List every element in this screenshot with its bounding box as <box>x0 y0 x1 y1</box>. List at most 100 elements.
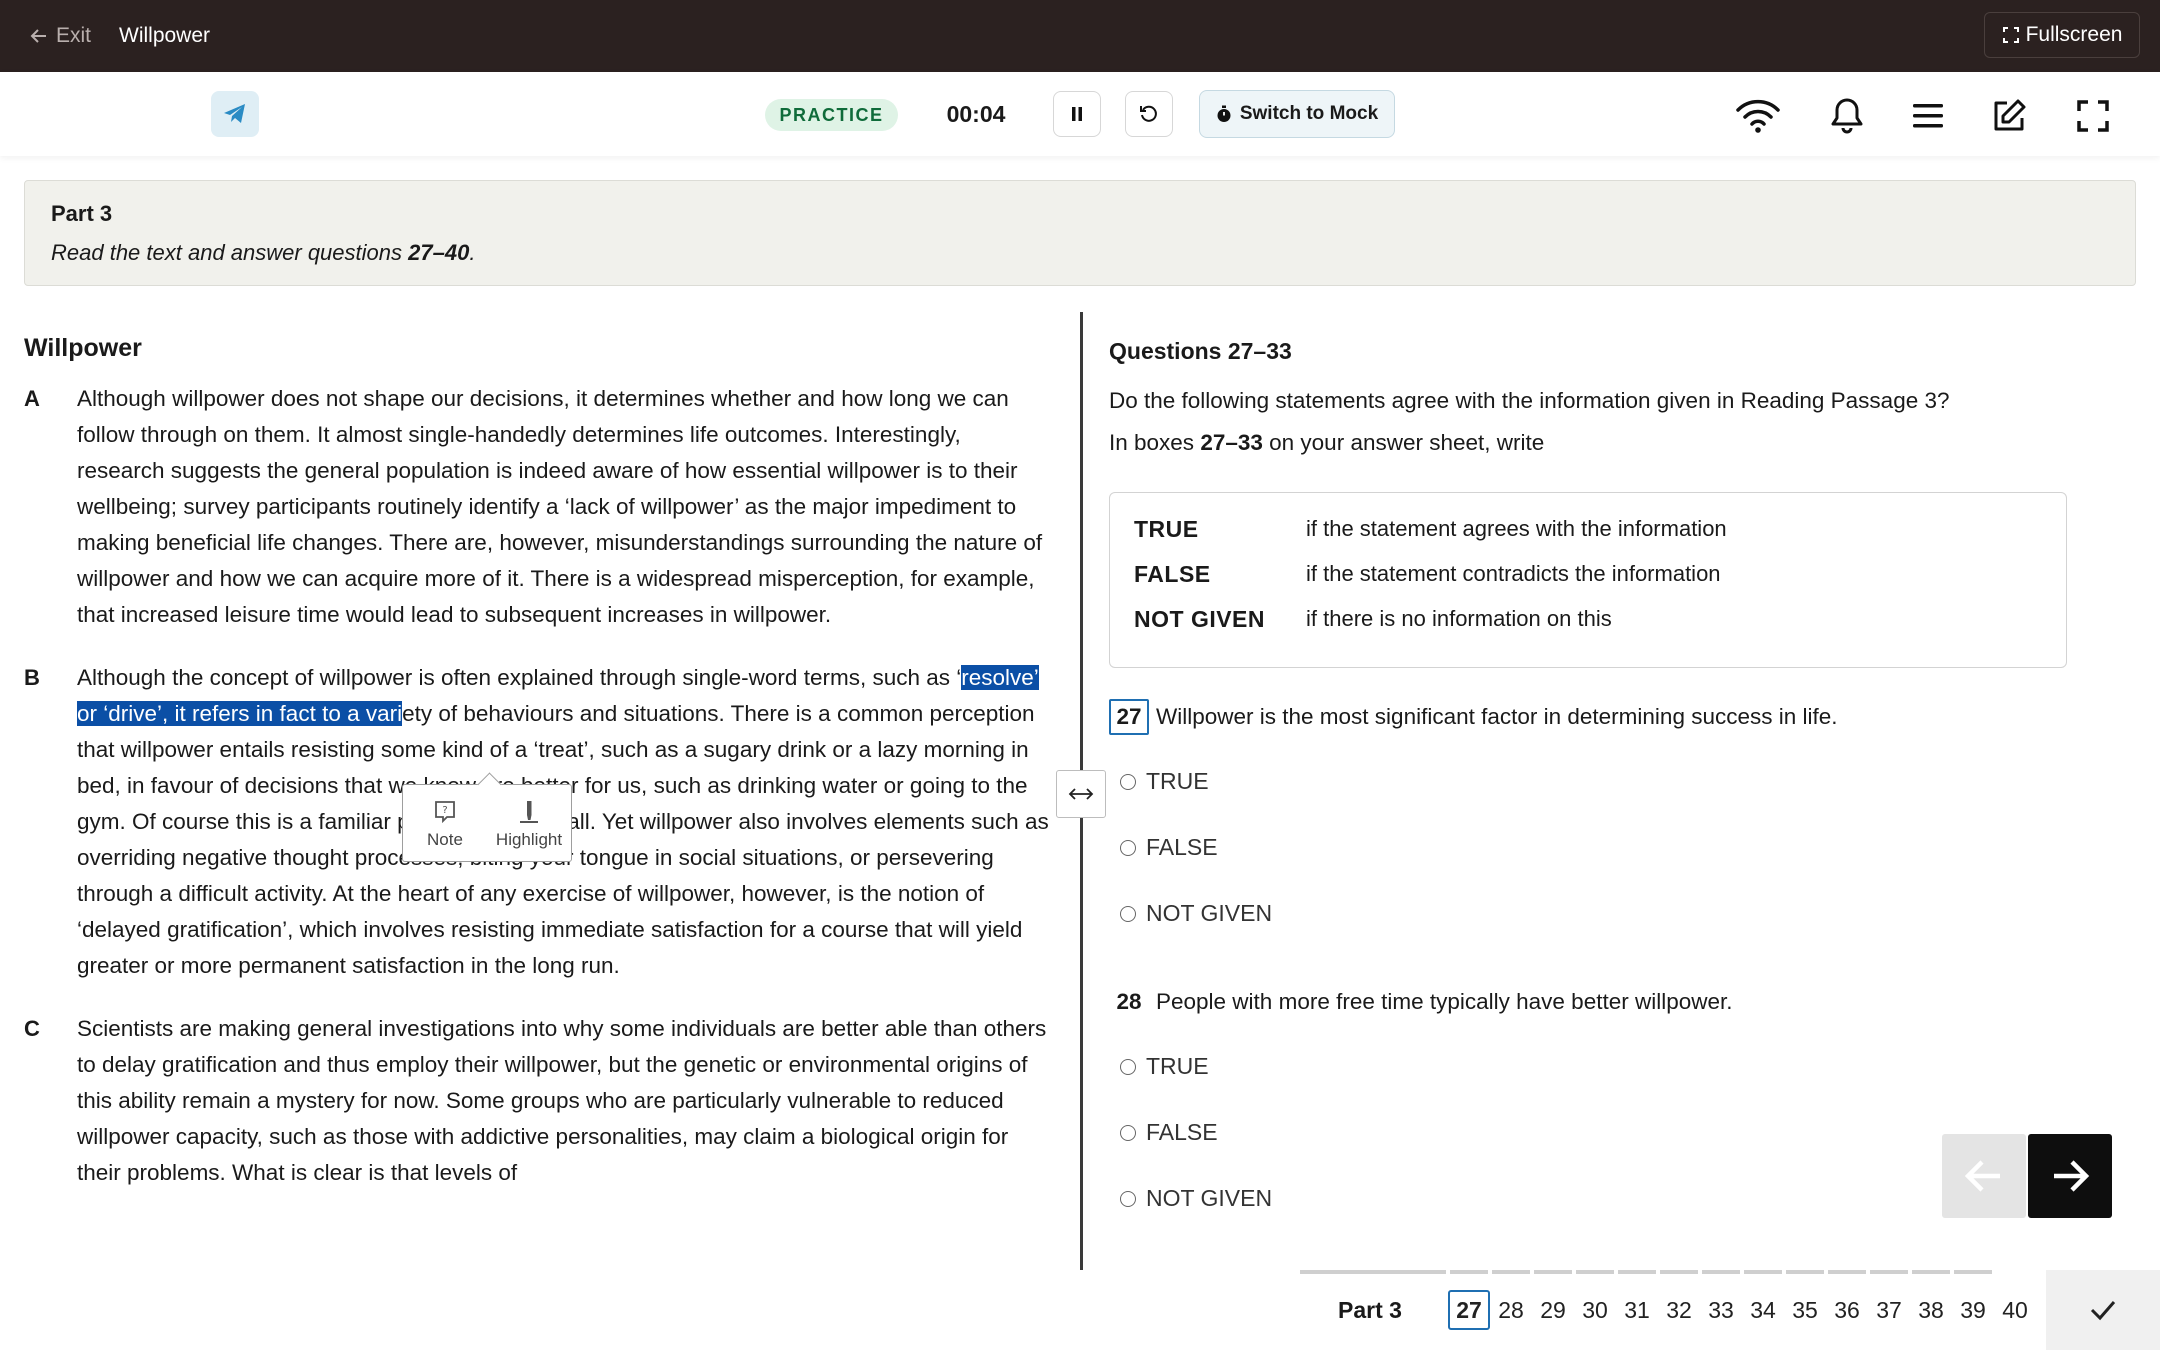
paragraph-a: A Although willpower does not shape our … <box>24 381 1054 633</box>
timer: 00:04 <box>946 101 1006 127</box>
progress-track <box>1300 1270 2030 1274</box>
fullscreen-button[interactable]: Fullscreen <box>1984 12 2140 58</box>
exit-button[interactable]: Exit <box>30 20 91 52</box>
question-nav-38[interactable]: 38 <box>1910 1290 1952 1330</box>
questions-instruction-2: In boxes 27–33 on your answer sheet, wri… <box>1109 430 1544 456</box>
fullscreen-label: Fullscreen <box>2025 23 2123 46</box>
question-nav-30[interactable]: 30 <box>1574 1290 1616 1330</box>
menu-button[interactable] <box>1906 94 1950 138</box>
highlight-button[interactable]: Highlight <box>487 785 571 861</box>
expand-icon <box>2002 27 2019 43</box>
key-definition: if the statement contradicts the informa… <box>1306 561 1721 586</box>
question-nav-36[interactable]: 36 <box>1826 1290 1868 1330</box>
bell-icon <box>1831 98 1863 134</box>
practice-badge: PRACTICE <box>765 99 898 131</box>
note-label: Note <box>427 830 463 849</box>
note-button[interactable]: ? Note <box>403 785 487 861</box>
question-nav-29[interactable]: 29 <box>1532 1290 1574 1330</box>
question-nav-33[interactable]: 33 <box>1700 1290 1742 1330</box>
submit-button[interactable] <box>2046 1270 2160 1350</box>
questions-instruction: Do the following statements agree with t… <box>1109 388 1950 413</box>
arrow-left-icon <box>1964 1160 2000 1192</box>
key-row: FALSE if the statement contradicts the in… <box>1134 558 1721 590</box>
pause-button[interactable] <box>1053 91 1101 137</box>
progress-segment <box>1660 1270 1698 1274</box>
key-term: FALSE <box>1134 560 1211 587</box>
question-nav-39[interactable]: 39 <box>1952 1290 1994 1330</box>
notifications-button[interactable] <box>1825 94 1869 138</box>
instruction-text: Read the text and answer questions <box>51 240 409 265</box>
highlight-label: Highlight <box>495 830 563 849</box>
top-bar: Exit Willpower Fullscreen <box>0 0 2160 72</box>
radio-button[interactable] <box>1120 1124 1136 1141</box>
fullscreen-toggle-button[interactable] <box>2071 94 2115 138</box>
radio-button[interactable] <box>1120 1058 1136 1075</box>
key-term: TRUE <box>1134 515 1199 542</box>
option-false[interactable]: FALSE <box>1120 834 1218 861</box>
wifi-button[interactable] <box>1736 94 1780 138</box>
question-nav-35[interactable]: 35 <box>1784 1290 1826 1330</box>
question-number-list: 27 28 29 30 31 32 33 34 35 36 37 38 39 40 <box>1448 1290 2036 1330</box>
app-title: Willpower <box>119 24 211 47</box>
question-28: 28 People with more free time typically … <box>1109 984 1732 1020</box>
arrow-right-icon <box>2054 1160 2090 1192</box>
reset-button[interactable] <box>1125 91 1173 137</box>
progress-segment <box>1912 1270 1950 1274</box>
toolbar: PRACTICE 00:04 Switch to Mock <box>0 72 2160 156</box>
svg-text:?: ? <box>442 805 447 816</box>
option-not-given[interactable]: NOT GIVEN <box>1120 1185 1272 1212</box>
option-not-given[interactable]: NOT GIVEN <box>1120 900 1272 927</box>
progress-segment <box>1576 1270 1614 1274</box>
paragraph-letter: B <box>24 665 40 690</box>
progress-segment <box>1744 1270 1782 1274</box>
wifi-icon <box>1736 99 1780 133</box>
paragraph-letter: C <box>24 1016 40 1041</box>
part-instructions: Part 3 Read the text and answer question… <box>24 180 2136 286</box>
question-nav-34[interactable]: 34 <box>1742 1290 1784 1330</box>
next-button[interactable] <box>2028 1134 2112 1218</box>
reset-icon <box>1140 105 1157 122</box>
progress-segment <box>1534 1270 1572 1274</box>
instruction-text: on your answer sheet, write <box>1262 430 1545 455</box>
instruction-range: 27–40 <box>408 240 470 265</box>
progress-segment <box>1702 1270 1740 1274</box>
highlight-icon <box>520 801 538 823</box>
paragraph-text[interactable]: Scientists are making general investigat… <box>77 1011 1054 1191</box>
key-definition: if there is no information on this <box>1306 606 1612 631</box>
note-icon: ? <box>435 801 455 824</box>
question-nav-37[interactable]: 37 <box>1868 1290 1910 1330</box>
radio-button[interactable] <box>1120 905 1136 922</box>
radio-button[interactable] <box>1120 1190 1136 1207</box>
key-term: NOT GIVEN <box>1134 605 1266 632</box>
question-navigator: Part 3 27 28 29 30 31 32 33 34 35 36 37 38 39 40 <box>0 1270 2160 1350</box>
question-number: 27 <box>1109 699 1149 735</box>
option-true[interactable]: TRUE <box>1120 1053 1209 1080</box>
option-false[interactable]: FALSE <box>1120 1119 1218 1146</box>
bottom-part-label[interactable]: Part 3 <box>1338 1294 1402 1326</box>
progress-segment <box>1870 1270 1908 1274</box>
paragraph-text[interactable]: Although willpower does not shape our de… <box>77 381 1054 633</box>
switch-to-mock-button[interactable]: Switch to Mock <box>1199 90 1395 138</box>
question-text: Willpower is the most significant factor… <box>1156 704 1838 729</box>
check-icon <box>2090 1301 2116 1321</box>
exit-label: Exit <box>56 24 92 47</box>
menu-icon <box>1913 104 1943 128</box>
option-true[interactable]: TRUE <box>1120 768 1209 795</box>
edit-button[interactable] <box>1987 94 2031 138</box>
option-label: FALSE <box>1146 1119 1218 1145</box>
radio-button[interactable] <box>1120 773 1136 790</box>
resize-handle[interactable] <box>1056 770 1106 818</box>
question-nav-40[interactable]: 40 <box>1994 1290 2036 1330</box>
telegram-button[interactable] <box>211 91 259 137</box>
progress-segment <box>1954 1270 1992 1274</box>
question-nav-27[interactable]: 27 <box>1448 1290 1490 1330</box>
question-nav-32[interactable]: 32 <box>1658 1290 1700 1330</box>
option-label: TRUE <box>1146 768 1209 794</box>
question-nav-31[interactable]: 31 <box>1616 1290 1658 1330</box>
question-number: 28 <box>1116 989 1142 1014</box>
radio-button[interactable] <box>1120 839 1136 856</box>
previous-button[interactable] <box>1942 1134 2026 1218</box>
instruction-text: In boxes <box>1109 430 1201 455</box>
questions-heading: Questions 27–33 <box>1109 338 1292 364</box>
question-nav-28[interactable]: 28 <box>1490 1290 1532 1330</box>
